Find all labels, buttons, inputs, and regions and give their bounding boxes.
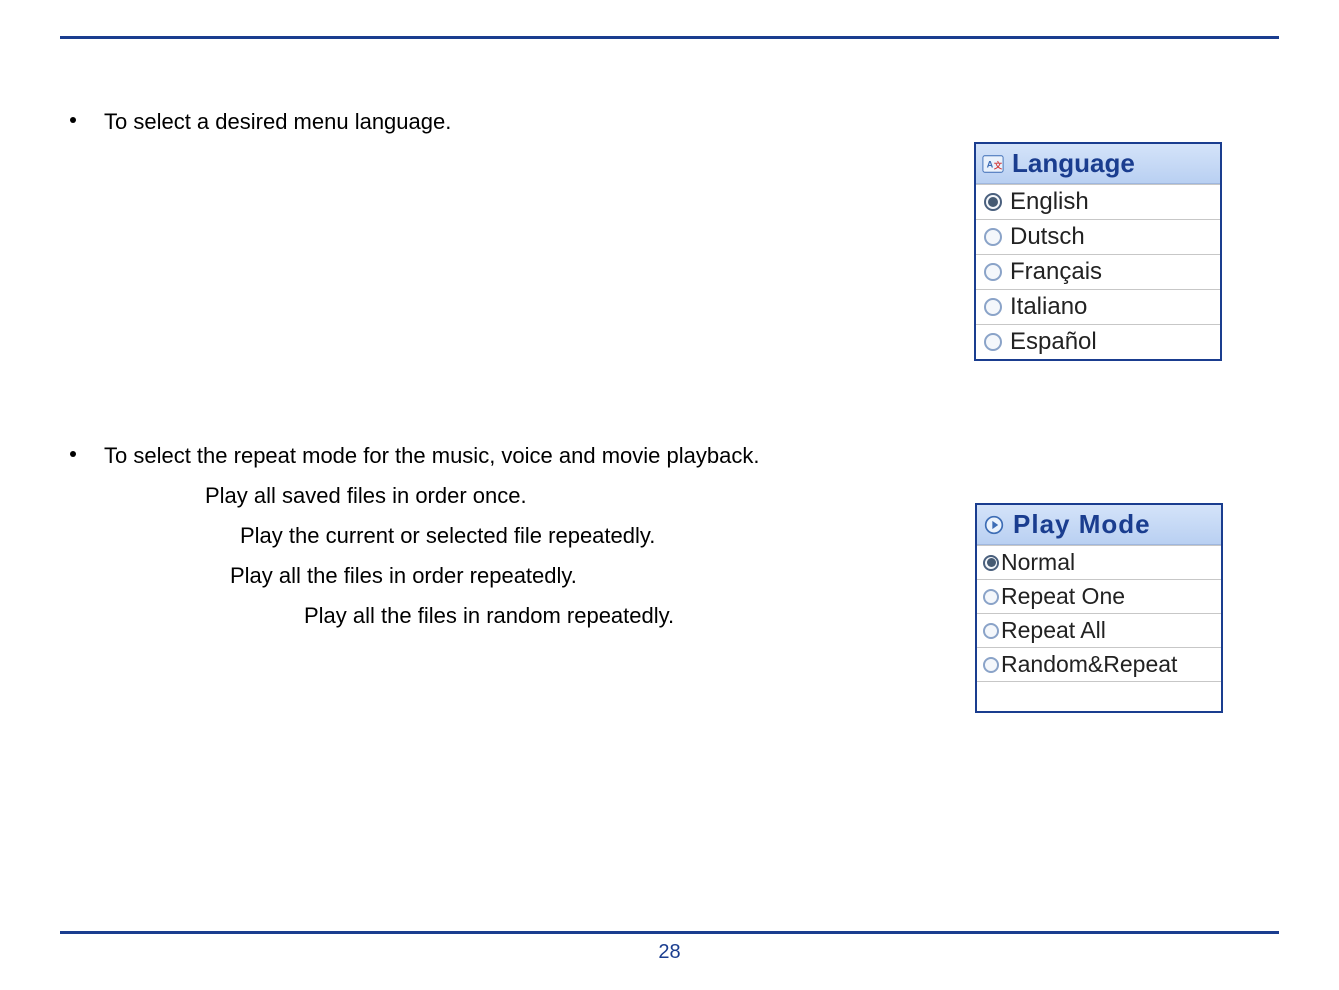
playmode-option-random-repeat[interactable]: Random&Repeat	[977, 647, 1221, 681]
language-panel-title: Language	[1012, 148, 1135, 179]
playmode-option-repeat-one[interactable]: Repeat One	[977, 579, 1221, 613]
radio-icon	[983, 657, 999, 673]
language-option-italiano[interactable]: Italiano	[976, 289, 1220, 324]
language-panel-header: A 文 Language	[976, 144, 1220, 184]
language-option-label: Français	[1010, 258, 1102, 286]
playmode-panel: Play Mode Normal Repeat One Repeat All R…	[975, 503, 1223, 713]
radio-icon	[984, 228, 1002, 246]
bullet-icon	[70, 117, 76, 123]
language-bullet-text: To select a desired menu language.	[104, 109, 451, 135]
language-option-label: Dutsch	[1010, 223, 1085, 251]
language-panel: A 文 Language English Dutsch Français Ita…	[974, 142, 1222, 361]
playmode-bullet: To select the repeat mode for the music,…	[60, 443, 1279, 469]
svg-text:A: A	[987, 159, 994, 169]
playmode-option-label: Normal	[1001, 549, 1075, 576]
language-icon: A 文	[982, 154, 1004, 174]
playmode-option-normal[interactable]: Normal	[977, 545, 1221, 579]
page-number: 28	[0, 941, 1339, 964]
radio-icon	[984, 333, 1002, 351]
language-option-english[interactable]: English	[976, 184, 1220, 219]
radio-icon	[983, 555, 999, 571]
playmode-option-repeat-all[interactable]: Repeat All	[977, 613, 1221, 647]
language-option-label: English	[1010, 188, 1089, 216]
playmode-panel-title: Play Mode	[1013, 509, 1151, 540]
radio-icon	[984, 298, 1002, 316]
playmode-option-label: Repeat One	[1001, 583, 1125, 610]
play-icon	[983, 515, 1005, 535]
svg-text:文: 文	[994, 160, 1003, 170]
radio-icon	[984, 193, 1002, 211]
playmode-panel-header: Play Mode	[977, 505, 1221, 545]
language-option-dutsch[interactable]: Dutsch	[976, 219, 1220, 254]
playmode-option-label: Random&Repeat	[1001, 651, 1177, 678]
playmode-panel-spacer	[977, 681, 1221, 711]
language-option-label: Español	[1010, 328, 1097, 356]
playmode-option-label: Repeat All	[1001, 617, 1106, 644]
radio-icon	[983, 589, 999, 605]
language-option-espanol[interactable]: Español	[976, 324, 1220, 359]
bullet-icon	[70, 451, 76, 457]
page: To select a desired menu language. To se…	[0, 36, 1339, 990]
radio-icon	[983, 623, 999, 639]
radio-icon	[984, 263, 1002, 281]
language-bullet: To select a desired menu language.	[60, 109, 1279, 135]
language-option-label: Italiano	[1010, 293, 1087, 321]
language-option-francais[interactable]: Français	[976, 254, 1220, 289]
playmode-bullet-text: To select the repeat mode for the music,…	[104, 443, 759, 469]
bottom-rule	[60, 931, 1279, 934]
